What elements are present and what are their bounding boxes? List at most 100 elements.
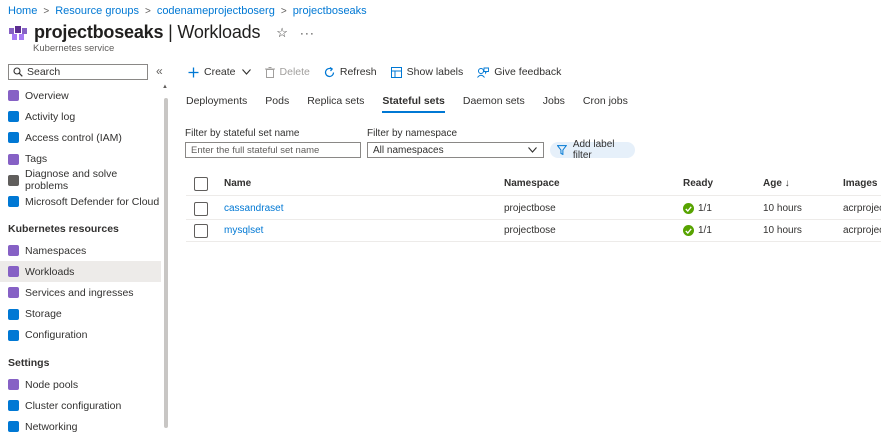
images-cell: acrproject xyxy=(843,225,881,236)
section-settings: Settings xyxy=(8,357,50,369)
node-pools-icon xyxy=(8,379,19,390)
sidebar-item-microsoft-defender-for-cloud[interactable]: Microsoft Defender for Cloud xyxy=(0,191,161,212)
show-labels-icon xyxy=(390,66,402,78)
more-options-icon[interactable]: ··· xyxy=(300,26,315,40)
tab-jobs[interactable]: Jobs xyxy=(543,95,565,113)
plus-icon xyxy=(188,67,199,77)
tag-icon xyxy=(8,153,19,165)
sidebar-item-label: Overview xyxy=(25,89,69,102)
delete-button[interactable]: Delete xyxy=(264,66,310,78)
filter-name-input[interactable]: Enter the full stateful set name xyxy=(185,142,361,158)
table-row[interactable]: mysqlset projectbose 1/1 10 hours acrproject xyxy=(186,220,881,242)
show-labels-button[interactable]: Show labels xyxy=(390,66,463,78)
chevron-right-icon: > xyxy=(280,5,287,17)
sidebar-item-namespaces[interactable]: Namespaces xyxy=(0,240,161,261)
sidebar-item-storage[interactable]: Storage xyxy=(0,304,161,325)
create-button[interactable]: Create xyxy=(188,66,251,78)
age-cell: 10 hours xyxy=(763,203,802,214)
wrench-icon xyxy=(8,174,19,186)
workload-tabs: Deployments Pods Replica sets Stateful sets… xyxy=(186,95,646,113)
sidebar-item-networking[interactable]: Networking xyxy=(0,416,161,437)
tab-pods[interactable]: Pods xyxy=(265,95,289,113)
breadcrumb: Home > Resource groups > codenameproject… xyxy=(8,4,367,18)
namespace-dropdown[interactable]: All namespaces xyxy=(367,142,544,158)
sidebar-item-label: Node pools xyxy=(25,378,79,391)
sidebar-item-overview[interactable]: Overview xyxy=(0,85,161,106)
scrollbar-thumb[interactable] xyxy=(164,98,168,428)
breadcrumb-resource-groups[interactable]: Resource groups xyxy=(55,5,139,17)
sidebar-item-label: Configuration xyxy=(25,329,88,342)
sidebar-item-configuration[interactable]: Configuration xyxy=(0,325,161,346)
tab-deployments[interactable]: Deployments xyxy=(186,95,247,113)
cluster-config-icon xyxy=(8,400,19,412)
sidebar-item-diagnose-and-solve-problems[interactable]: Diagnose and solve problems xyxy=(0,168,161,193)
tab-daemon-sets[interactable]: Daemon sets xyxy=(463,95,525,113)
refresh-label: Refresh xyxy=(339,66,377,78)
sidebar-item-label: Tags xyxy=(25,153,48,166)
select-all-checkbox-cell xyxy=(194,172,208,195)
row-checkbox-cell xyxy=(194,198,208,219)
services-icon xyxy=(8,287,19,299)
delete-label: Delete xyxy=(279,66,310,78)
page-subtitle: Kubernetes service xyxy=(33,43,115,54)
sidebar-item-cluster-configuration[interactable]: Cluster configuration xyxy=(0,395,161,416)
refresh-button[interactable]: Refresh xyxy=(324,66,377,78)
sidebar-item-label: Diagnose and solve problems xyxy=(25,168,118,193)
sidebar-scrollbar[interactable] xyxy=(164,88,168,445)
column-header-age[interactable]: Age ↓ xyxy=(763,172,790,195)
add-label-filter-label: Add label filter xyxy=(572,139,615,161)
sidebar-item-label: Storage xyxy=(25,308,62,321)
column-header-namespace[interactable]: Namespace xyxy=(504,172,560,195)
select-all-checkbox[interactable] xyxy=(194,176,208,191)
statefulset-name-link[interactable]: cassandraset xyxy=(224,198,283,219)
sidebar-item-label: Activity log xyxy=(25,110,76,123)
tab-cron-jobs[interactable]: Cron jobs xyxy=(583,95,628,113)
table-header: Name Namespace Ready Age ↓ Images xyxy=(186,172,881,196)
configuration-icon xyxy=(8,329,19,341)
row-checkbox[interactable] xyxy=(194,201,208,216)
row-checkbox-cell xyxy=(194,220,208,241)
column-header-name[interactable]: Name xyxy=(224,172,251,195)
sidebar-item-activity-log[interactable]: Activity log xyxy=(0,106,161,127)
collapse-sidebar-icon[interactable]: « xyxy=(156,64,163,78)
breadcrumb-home[interactable]: Home xyxy=(8,5,37,17)
ready-cell: 1/1 xyxy=(683,220,712,241)
activity-log-icon xyxy=(8,111,19,123)
filter-namespace-label: Filter by namespace xyxy=(367,128,458,139)
filter-name-placeholder: Enter the full stateful set name xyxy=(191,144,320,156)
search-input[interactable]: Search xyxy=(8,64,148,80)
images-cell: acrproject xyxy=(843,203,881,214)
sidebar: Search « ▲ Overview Activity log Access co… xyxy=(0,60,171,445)
column-header-ready[interactable]: Ready xyxy=(683,172,713,195)
breadcrumb-resource[interactable]: projectboseaks xyxy=(293,5,367,17)
shield-icon xyxy=(8,196,19,207)
star-icon[interactable]: ☆ xyxy=(276,25,288,41)
statefulset-name-link[interactable]: mysqlset xyxy=(224,220,263,241)
chevron-down-icon xyxy=(528,147,537,153)
sidebar-item-label: Microsoft Defender for Cloud xyxy=(25,195,160,208)
sidebar-item-label: Namespaces xyxy=(25,244,87,257)
sidebar-item-node-pools[interactable]: Node pools xyxy=(0,374,161,395)
ready-cell: 1/1 xyxy=(683,198,712,219)
table-row[interactable]: cassandraset projectbose 1/1 10 hours acrpro… xyxy=(186,198,881,220)
networking-icon xyxy=(8,421,19,433)
sidebar-item-access-control-iam[interactable]: Access control (IAM) xyxy=(0,127,161,148)
breadcrumb-resource-group[interactable]: codenameprojectboserg xyxy=(157,5,275,17)
namespace-cell: projectbose xyxy=(504,225,556,236)
age-cell: 10 hours xyxy=(763,225,802,236)
tab-replica-sets[interactable]: Replica sets xyxy=(307,95,364,113)
sidebar-item-tags[interactable]: Tags xyxy=(0,149,161,170)
row-checkbox[interactable] xyxy=(194,223,208,238)
tab-stateful-sets[interactable]: Stateful sets xyxy=(382,95,446,113)
workloads-icon xyxy=(8,266,19,278)
sidebar-item-services-and-ingresses[interactable]: Services and ingresses xyxy=(0,282,161,303)
filter-name-label: Filter by stateful set name xyxy=(185,128,300,139)
sidebar-item-label: Access control (IAM) xyxy=(25,131,122,144)
overview-icon xyxy=(8,90,19,101)
column-header-images[interactable]: Images xyxy=(843,172,877,195)
give-feedback-button[interactable]: Give feedback xyxy=(477,66,561,78)
sidebar-item-workloads[interactable]: Workloads xyxy=(0,261,161,283)
sidebar-item-label: Networking xyxy=(25,420,78,433)
add-label-filter-button[interactable]: Add label filter xyxy=(550,139,635,161)
trash-icon xyxy=(264,66,275,78)
